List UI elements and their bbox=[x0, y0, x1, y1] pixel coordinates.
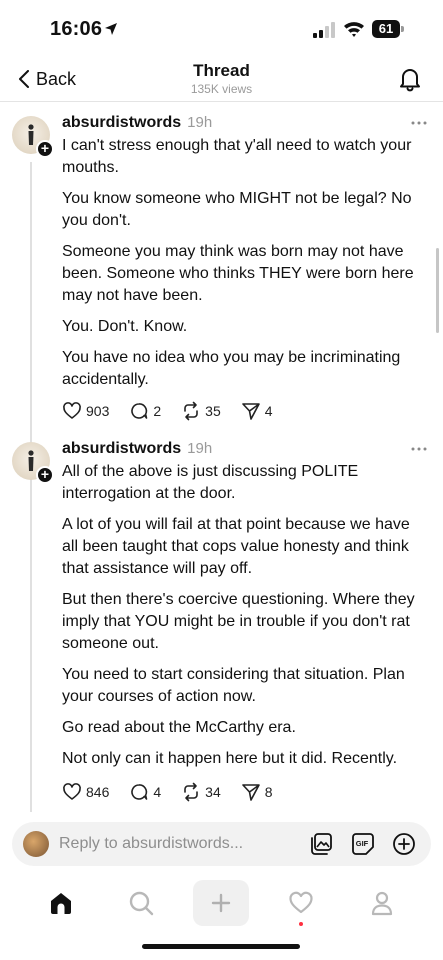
tab-search[interactable] bbox=[113, 880, 169, 926]
post-paragraph: Go read about the McCarthy era. bbox=[62, 719, 296, 736]
tab-compose[interactable] bbox=[193, 880, 249, 926]
user-avatar bbox=[23, 831, 49, 857]
reply-count: 2 bbox=[153, 403, 162, 419]
reply-button[interactable]: 4 bbox=[129, 782, 161, 802]
search-icon bbox=[129, 891, 154, 916]
bell-icon[interactable] bbox=[398, 66, 422, 92]
battery-icon: 61 bbox=[372, 20, 404, 38]
reply-count: 4 bbox=[153, 784, 162, 800]
thread-line bbox=[30, 162, 32, 812]
repost-icon bbox=[184, 401, 198, 421]
heart-icon bbox=[289, 891, 313, 914]
share-button[interactable]: 4 bbox=[241, 401, 273, 421]
cell-signal-icon bbox=[313, 22, 335, 38]
follow-plus-icon[interactable]: + bbox=[36, 466, 54, 484]
repost-count: 34 bbox=[205, 784, 221, 800]
post-body: I can't stress enough that y'all need to… bbox=[62, 135, 430, 400]
repost-button[interactable]: 35 bbox=[181, 401, 221, 421]
page-title: Thread bbox=[193, 61, 250, 80]
post-time: 19h bbox=[187, 440, 213, 457]
reply-bar[interactable]: Reply to absurdistwords... GIF bbox=[12, 822, 431, 866]
post-paragraph: You know someone who MIGHT not be legal?… bbox=[62, 190, 412, 229]
tab-profile[interactable] bbox=[354, 880, 410, 926]
comment-icon bbox=[131, 403, 148, 419]
home-icon bbox=[51, 893, 71, 914]
heart-icon bbox=[63, 783, 81, 800]
post-paragraph: You need to start considering that situa… bbox=[62, 666, 405, 705]
scrollbar[interactable] bbox=[436, 248, 439, 333]
post-paragraph: But then there's coercive questioning. W… bbox=[62, 591, 415, 652]
views-count: 135K views bbox=[190, 82, 253, 96]
post-paragraph: Not only can it happen here but it did. … bbox=[62, 750, 398, 767]
battery-level: 61 bbox=[372, 20, 400, 38]
post-paragraph: You have no idea who you may be incrimin… bbox=[62, 349, 401, 388]
repost-icon bbox=[184, 782, 198, 802]
post-paragraph: You. Don't. Know. bbox=[62, 318, 188, 335]
heart-icon bbox=[63, 402, 81, 419]
avatar[interactable]: + bbox=[12, 442, 54, 484]
username[interactable]: absurdistwords bbox=[62, 114, 181, 132]
nav-header: Back Thread 135K views bbox=[0, 58, 443, 102]
share-count: 8 bbox=[264, 784, 273, 800]
profile-icon bbox=[371, 891, 393, 916]
avatar[interactable]: + bbox=[12, 116, 54, 158]
reply-button[interactable]: 2 bbox=[129, 401, 161, 421]
location-arrow-icon bbox=[105, 23, 117, 35]
gif-icon[interactable]: GIF bbox=[351, 832, 375, 856]
share-count: 4 bbox=[264, 403, 273, 419]
repost-count: 35 bbox=[205, 403, 221, 419]
follow-plus-icon[interactable]: + bbox=[36, 140, 54, 158]
post-actions: 903 2 35 4 bbox=[62, 400, 293, 422]
tab-home[interactable] bbox=[33, 880, 89, 926]
post-paragraph: All of the above is just discussing POLI… bbox=[62, 463, 359, 502]
post-paragraph: Someone you may think was born may not h… bbox=[62, 243, 414, 304]
post-actions: 846 4 34 8 bbox=[62, 781, 293, 803]
send-icon bbox=[241, 784, 260, 801]
wifi-icon bbox=[344, 22, 364, 37]
post-body: All of the above is just discussing POLI… bbox=[62, 461, 430, 779]
comment-icon bbox=[131, 784, 148, 800]
image-gallery-icon[interactable] bbox=[309, 832, 333, 856]
post-time: 19h bbox=[187, 114, 213, 131]
repost-button[interactable]: 34 bbox=[181, 782, 221, 802]
like-count: 903 bbox=[86, 403, 110, 419]
post-paragraph: I can't stress enough that y'all need to… bbox=[62, 137, 412, 176]
notification-dot bbox=[299, 922, 303, 926]
avatar-figure-icon bbox=[28, 124, 34, 145]
status-bar: 16:06 61 bbox=[0, 0, 443, 58]
plus-icon bbox=[211, 893, 231, 913]
like-button[interactable]: 903 bbox=[62, 401, 109, 421]
like-button[interactable]: 846 bbox=[62, 782, 109, 802]
share-button[interactable]: 8 bbox=[241, 782, 273, 802]
more-options-icon[interactable] bbox=[410, 118, 428, 128]
more-options-icon[interactable] bbox=[410, 444, 428, 454]
tab-activity[interactable] bbox=[273, 880, 329, 926]
tab-bar bbox=[0, 876, 443, 932]
home-indicator bbox=[142, 944, 300, 949]
like-count: 846 bbox=[86, 784, 110, 800]
status-time: 16:06 bbox=[50, 18, 103, 40]
add-circle-icon[interactable] bbox=[392, 832, 416, 856]
post-paragraph: A lot of you will fail at that point bec… bbox=[62, 516, 410, 577]
send-icon bbox=[241, 403, 260, 420]
username[interactable]: absurdistwords bbox=[62, 440, 181, 458]
reply-input[interactable]: Reply to absurdistwords... bbox=[59, 835, 243, 853]
avatar-figure-icon bbox=[28, 450, 34, 471]
svg-text:GIF: GIF bbox=[356, 839, 369, 848]
